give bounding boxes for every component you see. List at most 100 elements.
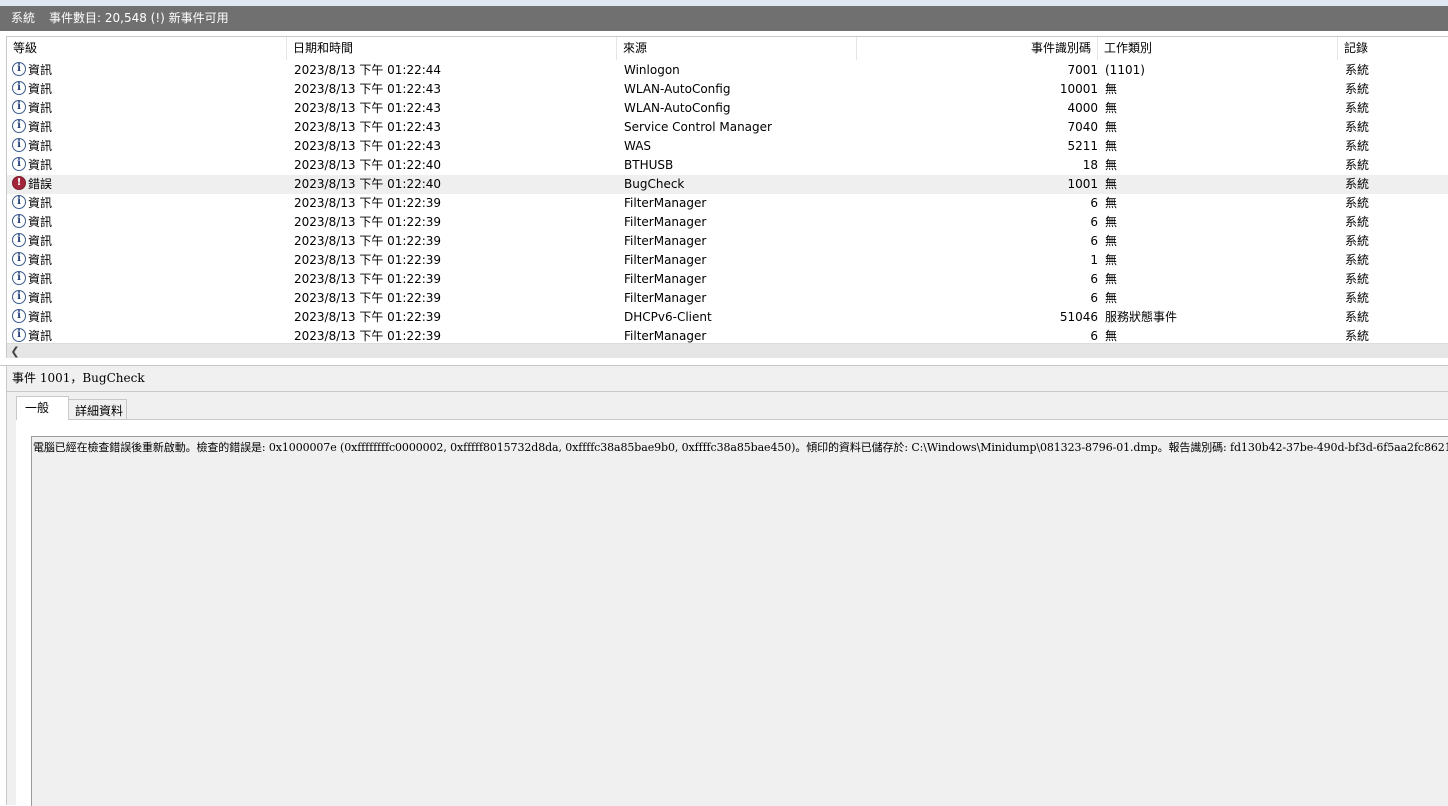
event-log: 系統 xyxy=(1345,63,1370,77)
event-level-cell: i 資訊 xyxy=(12,61,287,80)
table-row[interactable]: ! 錯誤 2023/8/13 下午 01:22:40 BugCheck 1001 無 系統 xyxy=(7,175,1448,194)
event-level-cell: i 資訊 xyxy=(12,308,287,327)
table-row[interactable]: i 資訊 2023/8/13 下午 01:22:43 WLAN-AutoConfig 4… xyxy=(7,99,1448,118)
event-level-cell: i 資訊 xyxy=(12,156,287,175)
event-task-category: 無 xyxy=(1105,291,1118,305)
info-icon: i xyxy=(12,119,26,133)
event-level: 資訊 xyxy=(28,272,53,286)
event-datetime: 2023/8/13 下午 01:22:39 xyxy=(294,196,442,210)
scroll-left-arrow-icon[interactable]: ❮ xyxy=(9,344,21,358)
table-row[interactable]: i 資訊 2023/8/13 下午 01:22:39 FilterManager 6 無 系… xyxy=(7,213,1448,232)
event-level-cell: i 資訊 xyxy=(12,289,287,308)
event-source: FilterManager xyxy=(624,253,707,267)
event-log: 系統 xyxy=(1345,82,1370,96)
event-datetime: 2023/8/13 下午 01:22:39 xyxy=(294,234,442,248)
pane-splitter[interactable] xyxy=(0,358,1448,366)
event-level-cell: i 資訊 xyxy=(12,213,287,232)
info-icon: i xyxy=(12,195,26,209)
event-log: 系統 xyxy=(1345,101,1370,115)
event-id: 1 xyxy=(1090,253,1098,267)
column-header-datetime[interactable]: 日期和時間 xyxy=(287,37,617,60)
log-name: 系統 xyxy=(11,11,36,25)
event-level-cell: i 資訊 xyxy=(12,99,287,118)
event-level: 資訊 xyxy=(28,253,53,267)
event-message-box[interactable]: 電腦已經在檢查錯誤後重新啟動。檢查的錯誤是: 0x1000007e (0xfff… xyxy=(31,436,1448,806)
event-datetime: 2023/8/13 下午 01:22:44 xyxy=(294,63,442,77)
event-id: 6 xyxy=(1090,196,1098,210)
tab-details[interactable]: 詳細資料 xyxy=(68,399,127,421)
event-count: 事件數目: 20,548 (!) 新事件可用 xyxy=(49,11,229,25)
event-datetime: 2023/8/13 下午 01:22:40 xyxy=(294,158,442,172)
event-source: BTHUSB xyxy=(624,158,674,172)
event-id: 51046 xyxy=(1059,310,1098,324)
column-header-log[interactable]: 記錄 xyxy=(1338,37,1448,60)
event-level: 資訊 xyxy=(28,196,53,210)
column-header-source[interactable]: 來源 xyxy=(617,37,857,60)
event-task-category: 無 xyxy=(1105,253,1118,267)
event-datetime: 2023/8/13 下午 01:22:39 xyxy=(294,253,442,267)
tab-general[interactable]: 一般 xyxy=(16,396,69,420)
table-row[interactable]: i 資訊 2023/8/13 下午 01:22:39 DHCPv6-Client 510… xyxy=(7,308,1448,327)
event-rows: i 資訊 2023/8/13 下午 01:22:44 Winlogon 7001 (110… xyxy=(7,61,1448,346)
info-icon: i xyxy=(12,309,26,323)
info-icon: i xyxy=(12,81,26,95)
table-row[interactable]: i 資訊 2023/8/13 下午 01:22:43 WLAN-AutoConfig 1… xyxy=(7,80,1448,99)
detail-divider xyxy=(7,391,1448,392)
event-id: 6 xyxy=(1090,215,1098,229)
event-task-category: 無 xyxy=(1105,215,1118,229)
table-row[interactable]: i 資訊 2023/8/13 下午 01:22:43 WAS 5211 無 系統 xyxy=(7,137,1448,156)
event-task-category: 無 xyxy=(1105,272,1118,286)
table-row[interactable]: i 資訊 2023/8/13 下午 01:22:39 FilterManager 6 無 系… xyxy=(7,194,1448,213)
table-row[interactable]: i 資訊 2023/8/13 下午 01:22:39 FilterManager 6 無 系… xyxy=(7,232,1448,251)
event-log: 系統 xyxy=(1345,215,1370,229)
event-log: 系統 xyxy=(1345,177,1370,191)
column-header-task-category[interactable]: 工作類別 xyxy=(1098,37,1338,60)
event-datetime: 2023/8/13 下午 01:22:43 xyxy=(294,101,442,115)
event-source: Service Control Manager xyxy=(624,120,772,134)
event-task-category: 無 xyxy=(1105,82,1118,96)
event-level-cell: i 資訊 xyxy=(12,137,287,156)
table-row[interactable]: i 資訊 2023/8/13 下午 01:22:43 Service Control … xyxy=(7,118,1448,137)
table-row[interactable]: i 資訊 2023/8/13 下午 01:22:44 Winlogon 7001 (110… xyxy=(7,61,1448,80)
table-row[interactable]: i 資訊 2023/8/13 下午 01:22:40 BTHUSB 18 無 系統 xyxy=(7,156,1448,175)
tab-panel-general: 電腦已經在檢查錯誤後重新啟動。檢查的錯誤是: 0x1000007e (0xfff… xyxy=(16,419,1448,806)
event-log: 系統 xyxy=(1345,139,1370,153)
event-task-category: 無 xyxy=(1105,120,1118,134)
event-log: 系統 xyxy=(1345,253,1370,267)
event-id: 6 xyxy=(1090,234,1098,248)
event-level: 資訊 xyxy=(28,329,53,343)
event-level-cell: i 資訊 xyxy=(12,194,287,213)
event-level: 資訊 xyxy=(28,63,53,77)
event-level-cell: ! 錯誤 xyxy=(12,175,287,194)
event-log: 系統 xyxy=(1345,291,1370,305)
event-level-cell: i 資訊 xyxy=(12,251,287,270)
info-icon: i xyxy=(12,252,26,266)
event-id: 5211 xyxy=(1067,139,1098,153)
event-datetime: 2023/8/13 下午 01:22:39 xyxy=(294,310,442,324)
event-detail-pane: 事件 1001，BugCheck 詳細資料 電腦已經在檢查錯誤後重新啟動。檢查的… xyxy=(6,366,1448,806)
info-icon: i xyxy=(12,271,26,285)
event-id: 18 xyxy=(1082,158,1098,172)
table-row[interactable]: i 資訊 2023/8/13 下午 01:22:39 FilterManager 1 無 系… xyxy=(7,251,1448,270)
horizontal-scrollbar[interactable]: ❮ xyxy=(7,343,1448,358)
event-level: 資訊 xyxy=(28,158,53,172)
event-level: 資訊 xyxy=(28,215,53,229)
event-list[interactable]: 等級 日期和時間 來源 事件識別碼 工作類別 記錄 i 資訊 2023/8/13 下… xyxy=(6,36,1448,358)
event-datetime: 2023/8/13 下午 01:22:43 xyxy=(294,120,442,134)
event-datetime: 2023/8/13 下午 01:22:43 xyxy=(294,139,442,153)
column-header-level[interactable]: 等級 xyxy=(7,37,287,60)
event-level: 資訊 xyxy=(28,234,53,248)
event-level: 資訊 xyxy=(28,101,53,115)
detail-title: 事件 1001，BugCheck xyxy=(12,371,145,385)
event-task-category: (1101) xyxy=(1105,63,1145,77)
event-task-category: 服務狀態事件 xyxy=(1105,310,1178,324)
event-level: 資訊 xyxy=(28,120,53,134)
event-source: FilterManager xyxy=(624,196,707,210)
event-id: 4000 xyxy=(1067,101,1098,115)
table-row[interactable]: i 資訊 2023/8/13 下午 01:22:39 FilterManager 6 無 系… xyxy=(7,270,1448,289)
event-log: 系統 xyxy=(1345,272,1370,286)
table-row[interactable]: i 資訊 2023/8/13 下午 01:22:39 FilterManager 6 無 系… xyxy=(7,289,1448,308)
event-id: 7040 xyxy=(1067,120,1098,134)
info-icon: i xyxy=(12,62,26,76)
column-header-event-id[interactable]: 事件識別碼 xyxy=(857,37,1098,60)
